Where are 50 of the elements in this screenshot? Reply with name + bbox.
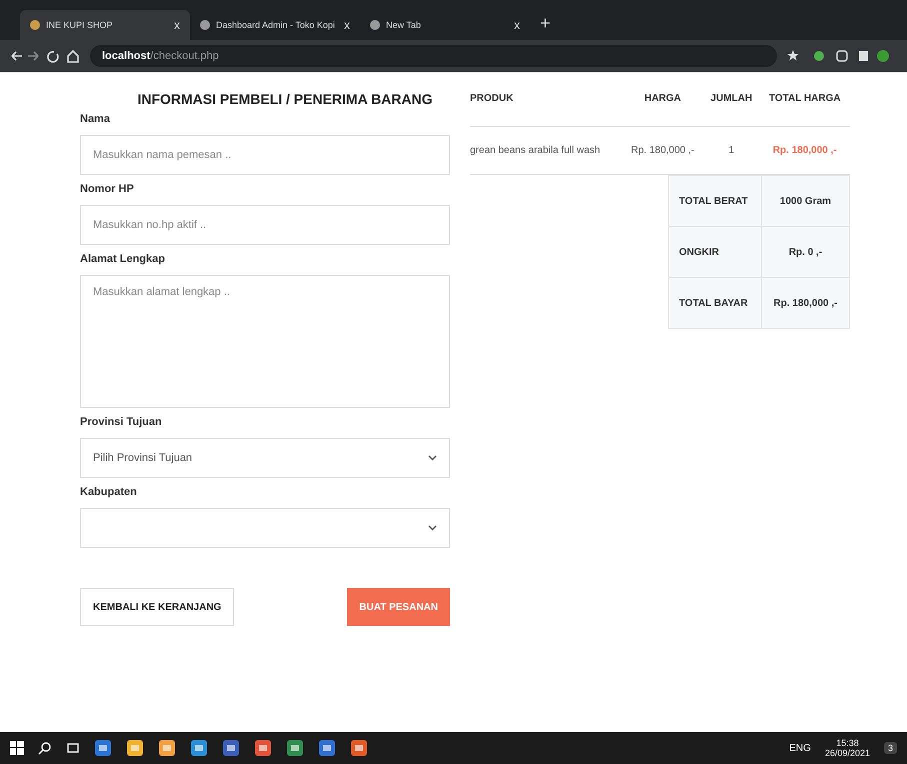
language-indicator[interactable]: ENG bbox=[789, 742, 811, 754]
form-button[interactable]: KEMBALI KE KERANJANG bbox=[80, 588, 234, 626]
browser-tab[interactable]: Dashboard Admin - Toko Kopi x bbox=[190, 10, 360, 40]
textarea-field[interactable]: Masukkan alamat lengkap .. bbox=[80, 275, 450, 408]
clock-time[interactable]: 15:38 bbox=[836, 738, 859, 748]
column-header: TOTAL HARGA bbox=[760, 83, 850, 126]
close-tab-button[interactable]: x bbox=[174, 18, 180, 32]
new-tab-button[interactable]: + bbox=[530, 13, 561, 40]
chevron-down-icon bbox=[428, 525, 437, 531]
select-field[interactable]: Pilih Provinsi Tujuan bbox=[80, 438, 450, 478]
input-field[interactable]: Masukkan nama pemesan .. bbox=[80, 135, 450, 175]
summary-label: ONGKIR bbox=[668, 226, 762, 278]
table-cell: grean beans arabila full wash bbox=[470, 126, 622, 174]
summary-value: 1000 Gram bbox=[761, 176, 850, 226]
close-tab-button[interactable]: x bbox=[514, 18, 520, 32]
field-label: Alamat Lengkap bbox=[80, 253, 166, 265]
input-field[interactable]: Masukkan no.hp aktif .. bbox=[80, 205, 450, 245]
clock-date[interactable]: 26/09/2021 bbox=[824, 748, 870, 758]
page-icon bbox=[370, 20, 380, 30]
field-label: Kabupaten bbox=[80, 486, 138, 498]
tab-title: INE KUPI SHOP bbox=[46, 20, 114, 30]
summary-label: TOTAL BAYAR bbox=[668, 278, 762, 328]
browser-tab[interactable]: INE KUPI SHOP x bbox=[20, 10, 190, 40]
form-title: INFORMASI PEMBELI / PENERIMA BARANG bbox=[136, 91, 434, 107]
page-icon bbox=[30, 20, 40, 30]
field-label: Nomor HP bbox=[80, 183, 135, 195]
task-view-icon[interactable] bbox=[66, 741, 80, 755]
chevron-down-icon bbox=[428, 455, 437, 461]
summary-value: Rp. 0 ,- bbox=[761, 226, 850, 278]
field-label: Provinsi Tujuan bbox=[80, 416, 163, 428]
column-header: PRODUK bbox=[470, 83, 622, 126]
select-field[interactable] bbox=[80, 508, 450, 548]
field-label: Nama bbox=[80, 113, 111, 125]
navigation-icons[interactable] bbox=[10, 49, 80, 63]
table-cell: Rp. 180,000 ,- bbox=[622, 126, 704, 174]
windows-icon[interactable] bbox=[10, 741, 24, 755]
close-tab-button[interactable]: x bbox=[344, 18, 350, 32]
summary-value: Rp. 180,000 ,- bbox=[761, 278, 850, 328]
notification-count[interactable]: 3 bbox=[884, 742, 897, 754]
column-header: JUMLAH bbox=[703, 83, 760, 126]
browser-tab[interactable]: New Tab x bbox=[360, 10, 530, 40]
column-header: HARGA bbox=[622, 83, 704, 126]
search-icon[interactable] bbox=[38, 741, 52, 755]
summary-label: TOTAL BERAT bbox=[668, 176, 762, 226]
address-bar[interactable]: localhost/checkout.php bbox=[90, 45, 777, 67]
page-icon bbox=[200, 20, 210, 30]
table-cell: 1 bbox=[703, 126, 760, 174]
tab-title: Dashboard Admin - Toko Kopi bbox=[216, 20, 336, 30]
tab-title: New Tab bbox=[386, 20, 422, 30]
table-cell: Rp. 180,000 ,- bbox=[760, 126, 850, 174]
